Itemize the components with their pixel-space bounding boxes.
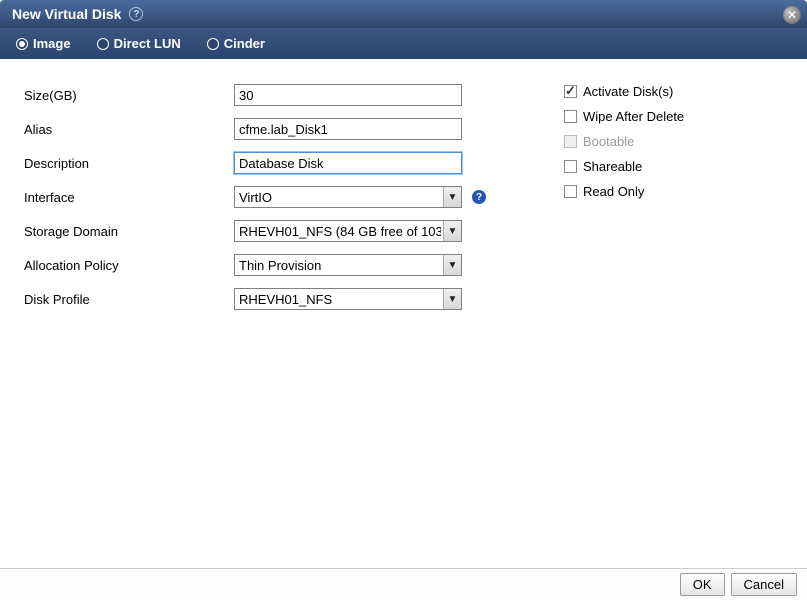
close-icon[interactable]: ✕	[783, 6, 801, 24]
option-shareable[interactable]: Shareable	[564, 159, 783, 174]
read-only-label: Read Only	[583, 184, 644, 199]
allocation-policy-select[interactable]	[234, 254, 462, 276]
storage-domain-select[interactable]	[234, 220, 462, 242]
storage-domain-label: Storage Domain	[24, 224, 234, 239]
activate-disk-label: Activate Disk(s)	[583, 84, 673, 99]
size-label: Size(GB)	[24, 88, 234, 103]
option-read-only[interactable]: Read Only	[564, 184, 783, 199]
option-activate-disk[interactable]: Activate Disk(s)	[564, 84, 783, 99]
option-bootable: Bootable	[564, 134, 783, 149]
tab-direct-lun[interactable]: Direct LUN	[97, 36, 181, 51]
option-wipe-after-delete[interactable]: Wipe After Delete	[564, 109, 783, 124]
interface-help-icon[interactable]: ?	[472, 190, 486, 204]
options-column: Activate Disk(s) Wipe After Delete Boota…	[534, 84, 783, 568]
row-disk-profile: Disk Profile ▼	[24, 288, 534, 310]
allocation-policy-select-wrap: ▼	[234, 254, 462, 276]
tab-cinder[interactable]: Cinder	[207, 36, 265, 51]
alias-input[interactable]	[234, 118, 462, 140]
dialog-footer: OK Cancel	[0, 568, 807, 600]
alias-label: Alias	[24, 122, 234, 137]
radio-icon	[16, 38, 28, 50]
cancel-button[interactable]: Cancel	[731, 573, 797, 596]
size-input[interactable]	[234, 84, 462, 106]
shareable-label: Shareable	[583, 159, 642, 174]
checkbox-icon	[564, 185, 577, 198]
dialog-title: New Virtual Disk	[12, 6, 121, 22]
interface-select-wrap: ▼	[234, 186, 462, 208]
description-input[interactable]	[234, 152, 462, 174]
radio-icon	[207, 38, 219, 50]
checkbox-icon	[564, 135, 577, 148]
interface-label: Interface	[24, 190, 234, 205]
disk-profile-label: Disk Profile	[24, 292, 234, 307]
radio-icon	[97, 38, 109, 50]
row-description: Description	[24, 152, 534, 174]
tab-direct-lun-label: Direct LUN	[114, 36, 181, 51]
row-size: Size(GB)	[24, 84, 534, 106]
wipe-after-delete-label: Wipe After Delete	[583, 109, 684, 124]
disk-profile-select-wrap: ▼	[234, 288, 462, 310]
tab-image[interactable]: Image	[16, 36, 71, 51]
row-storage-domain: Storage Domain ▼	[24, 220, 534, 242]
row-alias: Alias	[24, 118, 534, 140]
dialog-content: Size(GB) Alias Description Interface ▼ ?…	[0, 56, 807, 568]
form-column: Size(GB) Alias Description Interface ▼ ?…	[24, 84, 534, 568]
tab-cinder-label: Cinder	[224, 36, 265, 51]
disk-type-tabs: Image Direct LUN Cinder	[0, 28, 807, 59]
disk-profile-select[interactable]	[234, 288, 462, 310]
row-allocation-policy: Allocation Policy ▼	[24, 254, 534, 276]
title-help-icon[interactable]: ?	[129, 7, 143, 21]
title-bar: New Virtual Disk ?	[0, 0, 807, 28]
row-interface: Interface ▼ ?	[24, 186, 534, 208]
checkbox-icon	[564, 110, 577, 123]
tab-image-label: Image	[33, 36, 71, 51]
checkbox-icon	[564, 160, 577, 173]
bootable-label: Bootable	[583, 134, 634, 149]
description-label: Description	[24, 156, 234, 171]
storage-domain-select-wrap: ▼	[234, 220, 462, 242]
allocation-policy-label: Allocation Policy	[24, 258, 234, 273]
checkbox-icon	[564, 85, 577, 98]
interface-select[interactable]	[234, 186, 462, 208]
ok-button[interactable]: OK	[680, 573, 725, 596]
